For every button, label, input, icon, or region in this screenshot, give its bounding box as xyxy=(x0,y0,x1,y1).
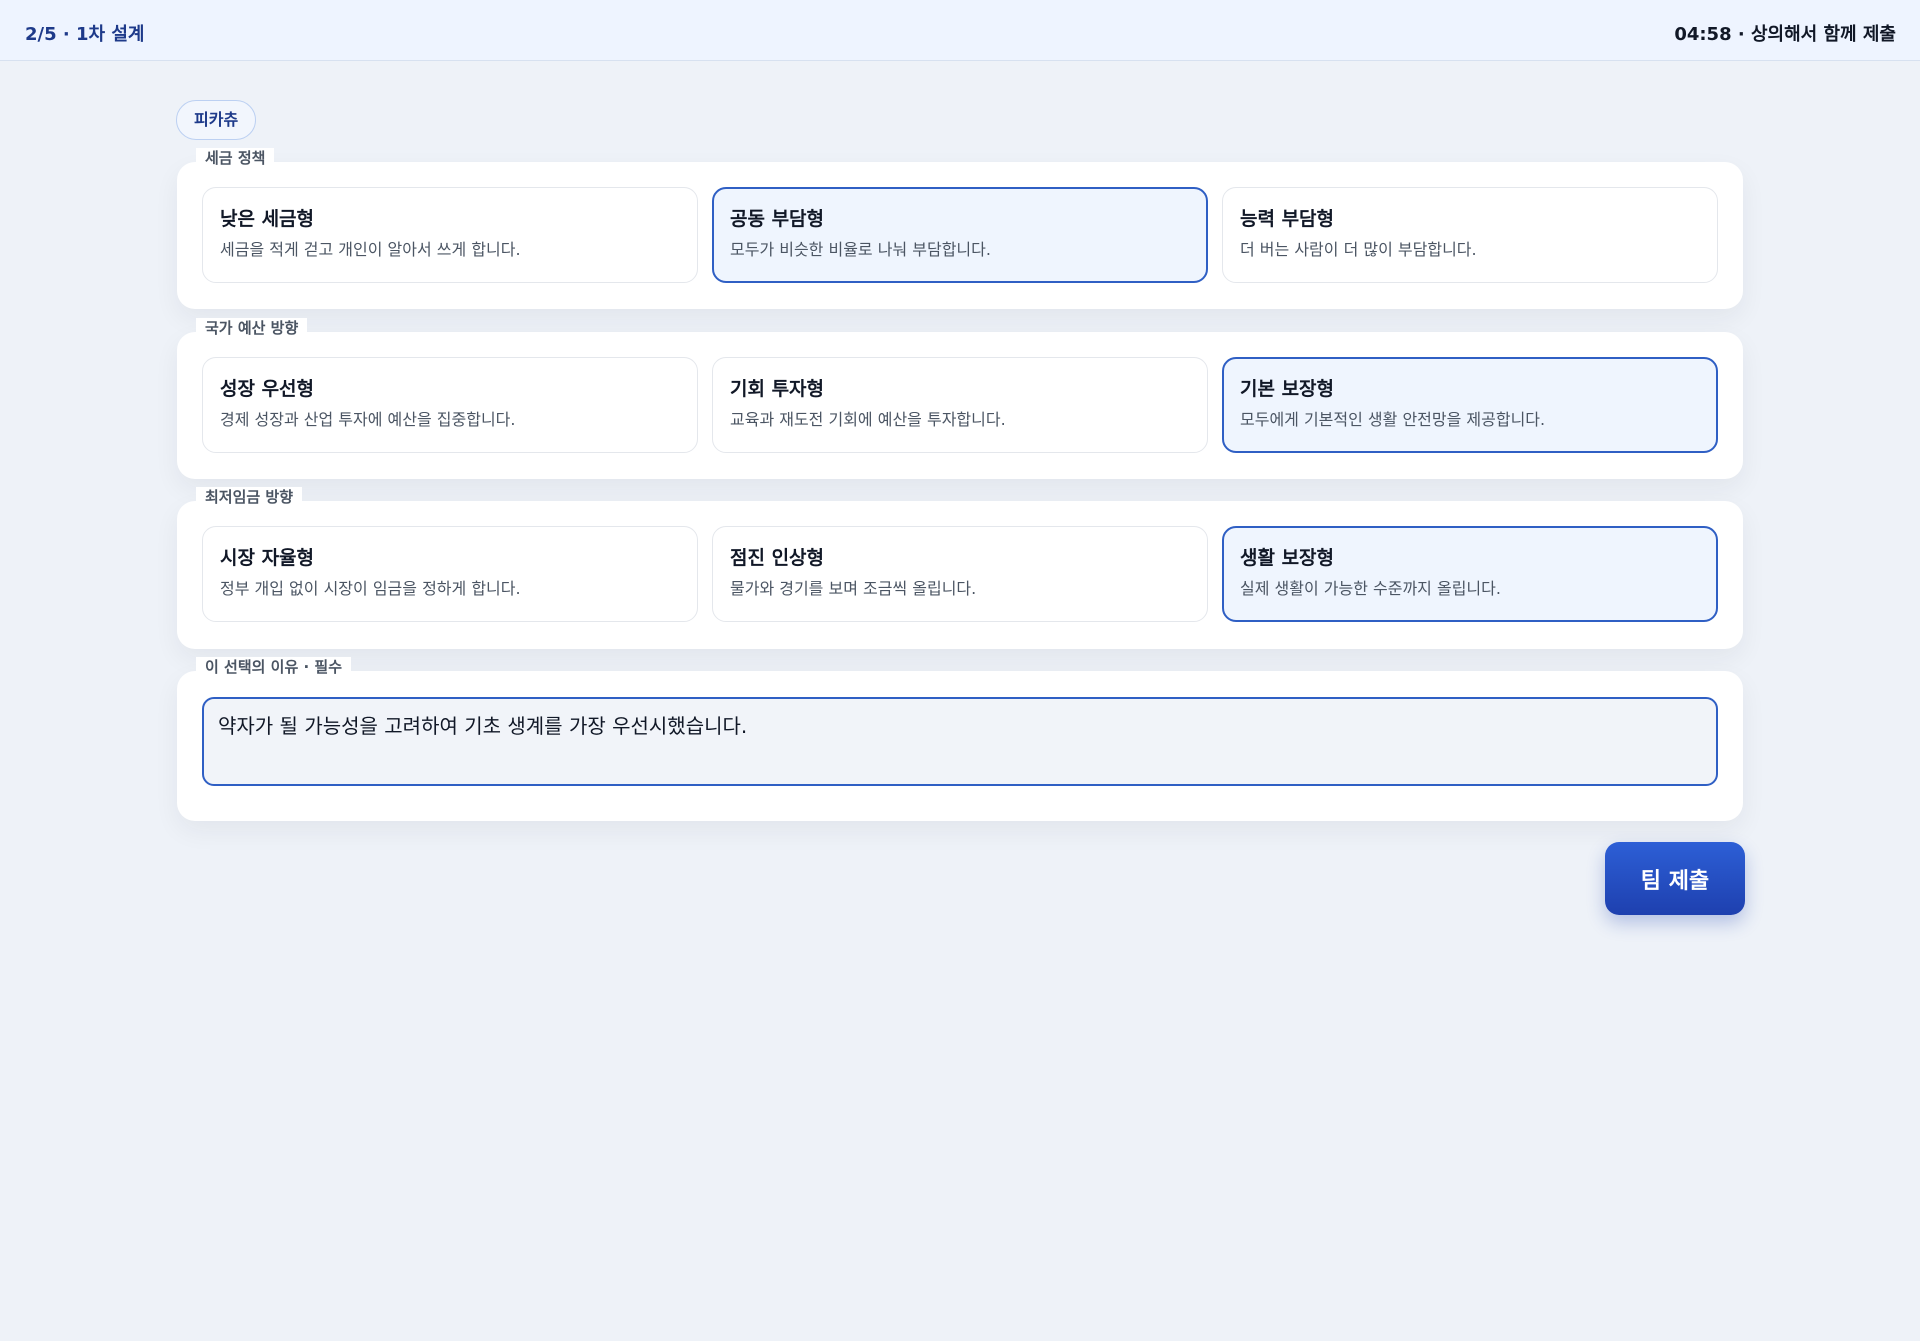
section-tax-policy: 낮은 세금형 세금을 적게 걷고 개인이 알아서 쓰게 합니다. 공동 부담형 … xyxy=(177,162,1743,309)
option-title: 기회 투자형 xyxy=(730,378,825,400)
reason-input[interactable]: 약자가 될 가능성을 고려하여 기초 생계를 가장 우선시했습니다. xyxy=(202,697,1718,786)
section-budget-direction: 성장 우선형 경제 성장과 산업 투자에 예산을 집중합니다. 기회 투자형 교… xyxy=(177,332,1743,479)
option-desc: 실제 생활이 가능한 수준까지 올립니다. xyxy=(1240,579,1501,598)
section-label-tax: 세금 정책 xyxy=(196,148,275,168)
option-desc: 경제 성장과 산업 투자에 예산을 집중합니다. xyxy=(220,410,516,429)
option-growth-first[interactable]: 성장 우선형 경제 성장과 산업 투자에 예산을 집중합니다. xyxy=(202,357,698,453)
team-submit-button[interactable]: 팀 제출 xyxy=(1605,842,1745,915)
option-desc: 모두에게 기본적인 생활 안전망을 제공합니다. xyxy=(1240,410,1546,429)
option-ability-burden[interactable]: 능력 부담형 더 버는 사람이 더 많이 부담합니다. xyxy=(1222,187,1718,283)
option-gradual-increase[interactable]: 점진 인상형 물가와 경기를 보며 조금씩 올립니다. xyxy=(712,526,1208,622)
section-reason: 약자가 될 가능성을 고려하여 기초 생계를 가장 우선시했습니다. xyxy=(177,671,1743,821)
option-title: 기본 보장형 xyxy=(1240,378,1335,400)
option-market-autonomy[interactable]: 시장 자율형 정부 개입 없이 시장이 임금을 정하게 합니다. xyxy=(202,526,698,622)
option-title: 공동 부담형 xyxy=(730,208,825,230)
top-bar: 2/5 · 1차 설계 04:58 · 상의해서 함께 제출 xyxy=(0,0,1920,61)
section-min-wage-direction: 시장 자율형 정부 개입 없이 시장이 임금을 정하게 합니다. 점진 인상형 … xyxy=(177,501,1743,649)
option-shared-burden[interactable]: 공동 부담형 모두가 비슷한 비율로 나눠 부담합니다. xyxy=(712,187,1208,283)
timer-status: 04:58 · 상의해서 함께 제출 xyxy=(1674,24,1896,45)
option-title: 시장 자율형 xyxy=(220,547,315,569)
option-desc: 물가와 경기를 보며 조금씩 올립니다. xyxy=(730,579,977,598)
section-label-reason: 이 선택의 이유 · 필수 xyxy=(196,657,351,677)
option-title: 낮은 세금형 xyxy=(220,208,315,230)
option-title: 점진 인상형 xyxy=(730,547,825,569)
option-desc: 정부 개입 없이 시장이 임금을 정하게 합니다. xyxy=(220,579,521,598)
player-name-badge: 피카츄 xyxy=(176,100,257,140)
option-living-guarantee[interactable]: 생활 보장형 실제 생활이 가능한 수준까지 올립니다. xyxy=(1222,526,1718,622)
option-basic-guarantee[interactable]: 기본 보장형 모두에게 기본적인 생활 안전망을 제공합니다. xyxy=(1222,357,1718,453)
option-title: 능력 부담형 xyxy=(1240,208,1335,230)
section-label-budget: 국가 예산 방향 xyxy=(196,318,308,338)
option-desc: 교육과 재도전 기회에 예산을 투자합니다. xyxy=(730,410,1006,429)
option-title: 성장 우선형 xyxy=(220,378,315,400)
option-desc: 더 버는 사람이 더 많이 부담합니다. xyxy=(1240,240,1477,259)
option-desc: 모두가 비슷한 비율로 나눠 부담합니다. xyxy=(730,240,991,259)
option-low-tax[interactable]: 낮은 세금형 세금을 적게 걷고 개인이 알아서 쓰게 합니다. xyxy=(202,187,698,283)
option-desc: 세금을 적게 걷고 개인이 알아서 쓰게 합니다. xyxy=(220,240,521,259)
option-title: 생활 보장형 xyxy=(1240,547,1335,569)
section-label-min-wage: 최저임금 방향 xyxy=(196,487,303,507)
option-opportunity-investment[interactable]: 기회 투자형 교육과 재도전 기회에 예산을 투자합니다. xyxy=(712,357,1208,453)
round-progress: 2/5 · 1차 설계 xyxy=(25,24,145,45)
